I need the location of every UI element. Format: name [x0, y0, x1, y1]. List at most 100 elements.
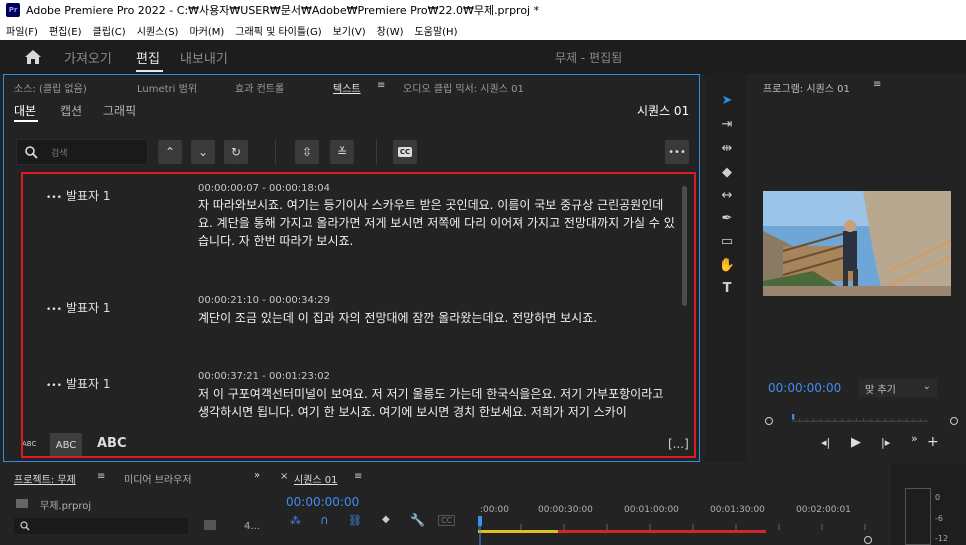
hand-tool-icon[interactable]: ✋	[719, 257, 735, 273]
split-icon: ≚	[336, 145, 348, 159]
next-result-button[interactable]: ⌄	[191, 140, 215, 164]
track-select-tool-icon[interactable]: ⇥	[719, 116, 735, 132]
merge-icon: ⇳	[301, 145, 313, 159]
menu-window[interactable]: 창(W)	[377, 23, 404, 38]
play-icon[interactable]: ▶	[851, 435, 861, 450]
home-icon[interactable]	[24, 49, 42, 65]
pen-tool-icon[interactable]: ✒	[719, 210, 735, 226]
meter-label: 0	[935, 493, 941, 502]
type-tool-icon[interactable]: T	[719, 280, 735, 296]
new-bin-icon[interactable]	[204, 520, 216, 530]
tab-audio-clip-mixer[interactable]: 오디오 클립 믹서: 시퀀스 01	[403, 80, 524, 95]
program-timecode[interactable]: 00:00:00:00	[768, 381, 841, 395]
text-panel: 소스: (클립 없음) Lumetri 범위 효과 컨트롤 텍스트 ≡ 오디오 …	[3, 74, 700, 462]
merge-segments-button[interactable]: ⇳	[295, 140, 319, 164]
tab-sequence[interactable]: 시퀀스 01	[294, 471, 338, 486]
step-forward-icon[interactable]: |▸	[881, 436, 890, 449]
slip-tool-icon[interactable]: ↔	[719, 187, 735, 203]
rectangle-tool-icon[interactable]: ▭	[719, 233, 735, 249]
search-field[interactable]: 검색	[16, 139, 148, 165]
panel-menu-icon[interactable]: ≡	[354, 471, 362, 482]
close-icon[interactable]: ×	[280, 471, 288, 482]
window-title: Adobe Premiere Pro 2022 - C:₩사용자₩USER₩문서…	[26, 4, 540, 17]
panel-menu-icon[interactable]: ≡	[377, 80, 385, 91]
project-file-name: 무제.prproj	[40, 501, 92, 512]
timeline-timecode[interactable]: 00:00:00:00	[286, 495, 359, 509]
title-bar: Pr Adobe Premiere Pro 2022 - C:₩사용자₩USER…	[0, 0, 966, 20]
workspace-import[interactable]: 가져오기	[64, 48, 112, 67]
chevron-down-icon: ⌄	[197, 145, 209, 159]
captions-icon[interactable]: CC	[438, 515, 456, 526]
chevron-down-icon: ⌄	[922, 381, 931, 392]
tab-lumetri-scopes[interactable]: Lumetri 범위	[137, 80, 197, 95]
ripple-edit-tool-icon[interactable]: ⇹	[719, 140, 735, 156]
menu-sequence[interactable]: 시퀀스(S)	[137, 23, 179, 38]
add-button-icon[interactable]: +	[927, 434, 939, 450]
meter-label: -12	[935, 534, 949, 543]
tab-source[interactable]: 소스: (클립 없음)	[14, 80, 87, 95]
menu-graphics[interactable]: 그래픽 및 타이틀(G)	[235, 23, 321, 38]
timeline-panel: × 시퀀스 01 ≡ 00:00:00:00 ⁂ ∩ ⛓ ◆ 🔧 CC :00:…	[272, 464, 887, 545]
ruler-label: 00:02:00:01	[796, 505, 851, 515]
tab-text[interactable]: 텍스트	[333, 80, 361, 95]
fit-dropdown[interactable]: 맞 추기 ⌄	[859, 379, 937, 397]
snap-icon[interactable]: ∩	[320, 513, 329, 527]
ruler-label: 00:00:30:00	[538, 505, 593, 515]
tab-media-browser[interactable]: 미디어 브라우저	[124, 471, 192, 486]
timeline-ruler[interactable]	[478, 516, 878, 545]
subtab-graphics[interactable]: 그래픽	[103, 102, 136, 119]
project-panel: 프로젝트: 무제 ≡ 미디어 브라우저 » 무제.prproj 4...	[0, 464, 270, 545]
premiere-app-icon: Pr	[6, 3, 20, 17]
razor-tool-icon[interactable]: ◆	[719, 164, 735, 180]
menu-bar: 파일(F) 편집(E) 클립(C) 시퀀스(S) 마커(M) 그래픽 및 타이틀…	[0, 20, 966, 40]
zoom-handle-left[interactable]	[765, 417, 773, 425]
project-search-input[interactable]	[14, 518, 188, 534]
project-file-icon	[16, 499, 28, 508]
ruler-label: 00:01:30:00	[710, 505, 765, 515]
workspace-edit[interactable]: 편집	[136, 48, 160, 67]
menu-help[interactable]: 도움말(H)	[415, 23, 458, 38]
search-icon	[25, 146, 38, 159]
ruler-label: :00:00	[480, 505, 509, 515]
overflow-icon[interactable]: »	[254, 470, 260, 481]
subtab-captions[interactable]: 캡션	[60, 102, 82, 119]
meter-label: -6	[935, 514, 943, 523]
marker-icon[interactable]: ◆	[382, 514, 390, 525]
divider	[376, 140, 377, 164]
active-workspace-indicator	[136, 70, 163, 72]
wrench-icon[interactable]: 🔧	[410, 513, 425, 527]
overflow-icon[interactable]: »	[911, 432, 918, 445]
workspace-bar: 가져오기 편집 내보내기 무제 - 편집됨	[0, 40, 966, 74]
search-input[interactable]: 검색	[51, 146, 68, 159]
menu-clip[interactable]: 클립(C)	[93, 23, 126, 38]
chevron-up-icon: ⌃	[164, 145, 176, 159]
zoom-handle-right[interactable]	[950, 417, 958, 425]
panel-menu-icon[interactable]: ≡	[97, 471, 105, 482]
nest-icon[interactable]: ⁂	[290, 514, 301, 527]
split-segment-button[interactable]: ≚	[330, 140, 354, 164]
subtab-transcript[interactable]: 대본	[14, 102, 36, 119]
menu-view[interactable]: 보기(V)	[333, 23, 366, 38]
more-options-button[interactable]: •••	[665, 140, 689, 164]
sequence-label: 시퀀스 01	[637, 104, 690, 118]
create-captions-button[interactable]: CC	[393, 140, 417, 164]
audio-meter: 0 -6 -12	[891, 464, 966, 545]
program-title: 프로그램: 시퀀스 01	[763, 84, 850, 95]
video-frame	[763, 191, 951, 296]
selection-tool-icon[interactable]: ➤	[719, 92, 735, 108]
tab-effect-controls[interactable]: 효과 컨트롤	[235, 80, 284, 95]
active-subtab-indicator	[14, 120, 38, 122]
divider	[275, 140, 276, 164]
menu-file[interactable]: 파일(F)	[6, 23, 38, 38]
program-ruler[interactable]	[765, 414, 955, 424]
replace-button[interactable]: ↻	[224, 140, 248, 164]
panel-menu-icon[interactable]: ≡	[873, 79, 881, 90]
linked-selection-icon[interactable]: ⛓	[348, 514, 362, 527]
step-back-icon[interactable]: ◂|	[821, 436, 830, 449]
workspace-export[interactable]: 내보내기	[180, 48, 228, 67]
menu-marker[interactable]: 마커(M)	[189, 23, 224, 38]
previous-result-button[interactable]: ⌃	[158, 140, 182, 164]
tab-project[interactable]: 프로젝트: 무제	[14, 471, 76, 486]
highlight-box	[21, 172, 696, 458]
menu-edit[interactable]: 편집(E)	[49, 23, 82, 38]
